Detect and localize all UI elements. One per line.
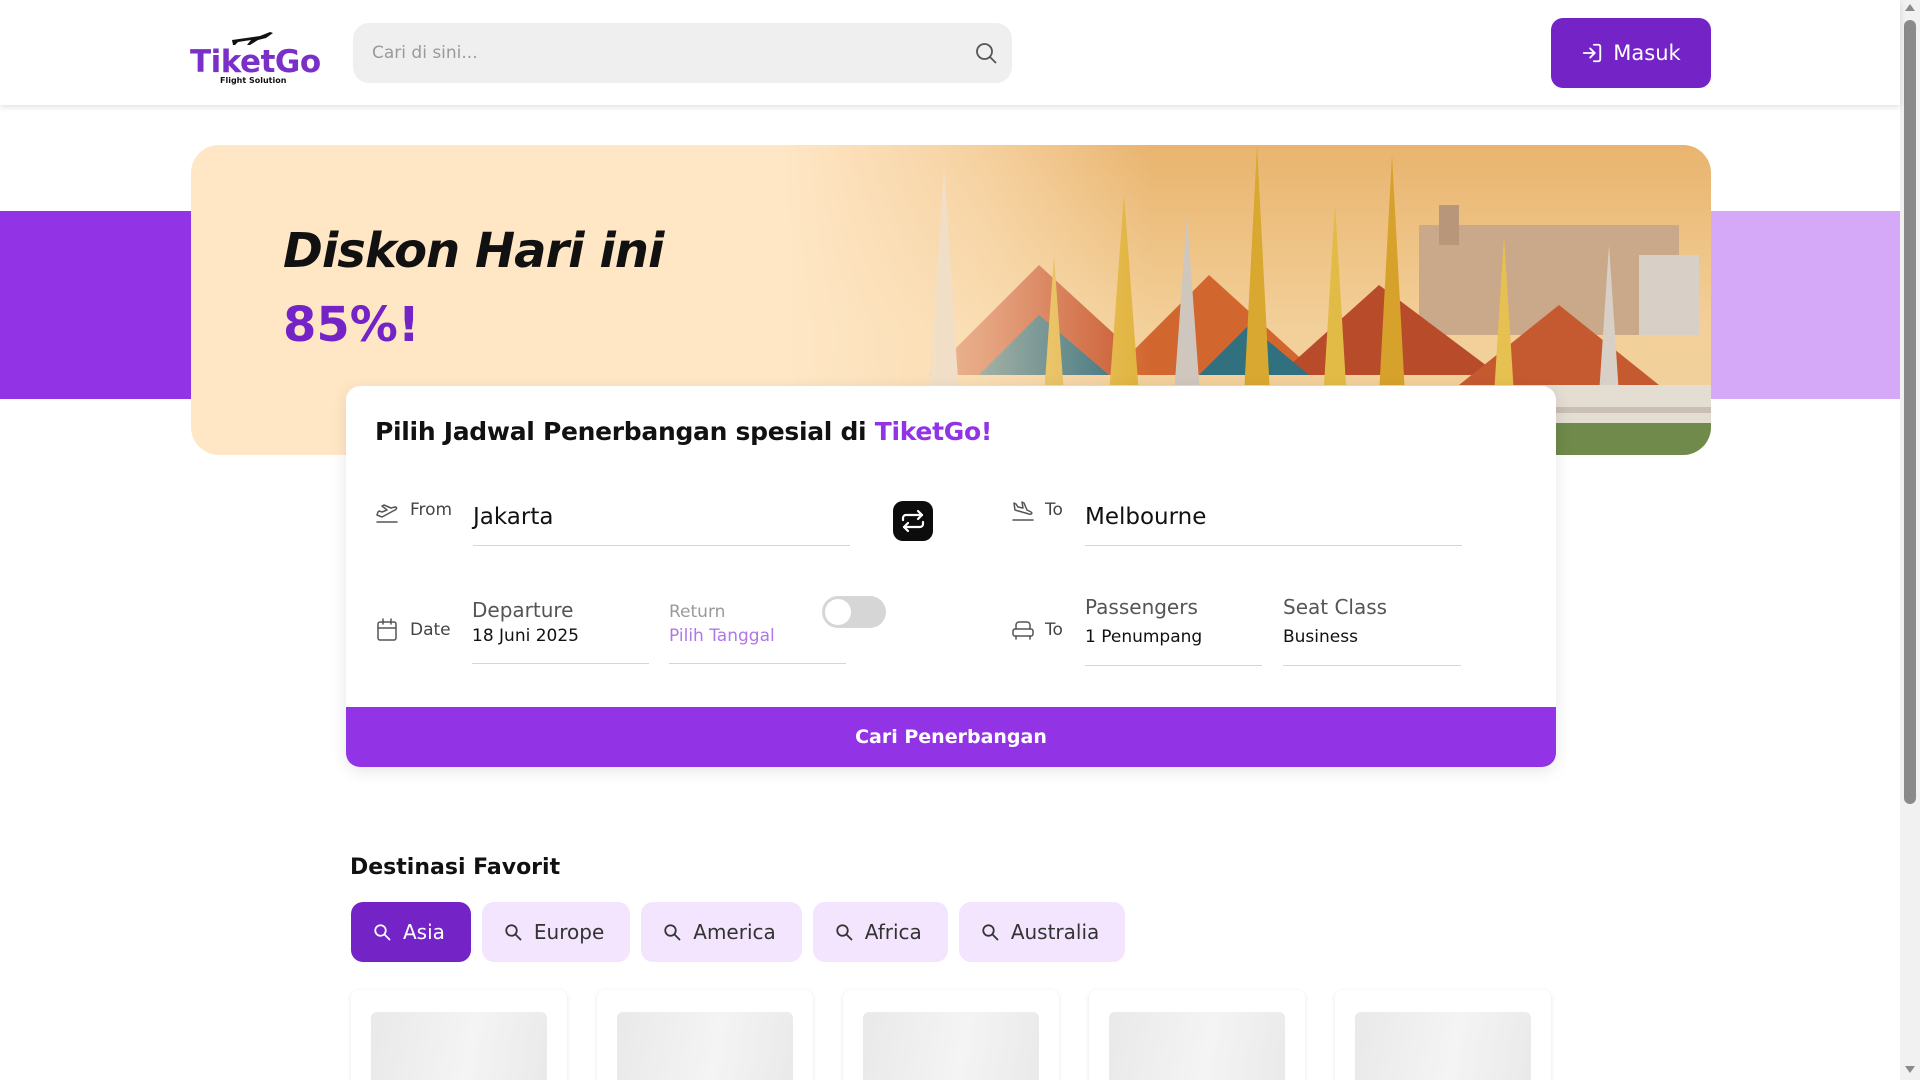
card-title-prefix: Pilih Jadwal Penerbangan spesial di [375, 417, 875, 446]
flight-search-card: Pilih Jadwal Penerbangan spesial di Tike… [346, 386, 1556, 767]
scroll-down-arrow-icon[interactable] [1905, 1066, 1915, 1073]
departure-label: Departure [472, 598, 574, 622]
login-icon [1583, 43, 1602, 63]
destination-thumbnail-placeholder [371, 1012, 547, 1080]
toggle-knob [825, 599, 851, 625]
destination-cards [351, 990, 1551, 1080]
search-input[interactable] [372, 23, 952, 83]
seat-class-value: Business [1283, 627, 1358, 647]
site-header: TiketGo Flight Solution Masuk [0, 0, 1900, 105]
from-field[interactable]: Jakarta [473, 496, 850, 546]
tab-america[interactable]: America [641, 902, 802, 962]
tab-label: Asia [403, 920, 445, 944]
return-value: Pilih Tanggal [669, 626, 775, 646]
to-value: Melbourne [1085, 504, 1207, 530]
passengers-value: 1 Penumpang [1085, 627, 1203, 647]
search-icon[interactable] [974, 41, 998, 65]
search-bar [353, 23, 1012, 83]
tab-asia[interactable]: Asia [351, 902, 471, 962]
card-title: Pilih Jadwal Penerbangan spesial di Tike… [375, 417, 992, 446]
region-tabs: Asia Europe America Africa Australia [351, 902, 1126, 962]
takeoff-icon [376, 504, 398, 523]
scroll-thumb[interactable] [1904, 20, 1916, 804]
date-label: Date [410, 620, 451, 640]
hero-band-left [0, 211, 200, 399]
landing-icon [1012, 501, 1034, 521]
favorites-title: Destinasi Favorit [350, 855, 561, 880]
return-label: Return [669, 602, 726, 622]
swap-icon [901, 509, 925, 533]
departure-field[interactable]: Departure 18 Juni 2025 [472, 592, 649, 664]
seat-icon [1012, 621, 1034, 640]
destination-card[interactable] [843, 990, 1059, 1080]
seat-class-label: Seat Class [1283, 595, 1388, 619]
destination-card[interactable] [1089, 990, 1305, 1080]
banner-title: Diskon Hari ini [283, 223, 664, 279]
logo-subtitle: Flight Solution [220, 76, 287, 85]
tab-label: Africa [864, 920, 922, 944]
tab-label: Australia [1010, 920, 1100, 944]
return-toggle[interactable] [822, 596, 886, 628]
search-icon [374, 924, 391, 941]
passengers-field[interactable]: Passengers 1 Penumpang [1085, 589, 1262, 666]
scroll-up-arrow-icon[interactable] [1905, 4, 1915, 11]
banner-discount: 85%! [283, 297, 420, 353]
card-title-brand: TiketGo! [874, 417, 992, 446]
destination-thumbnail-placeholder [863, 1012, 1039, 1080]
from-label: From [410, 500, 453, 520]
search-icon [664, 924, 681, 941]
passenger-to-label: To [1045, 620, 1063, 640]
destination-thumbnail-placeholder [1109, 1012, 1285, 1080]
return-field[interactable]: Return Pilih Tanggal [669, 592, 846, 664]
tab-africa[interactable]: Africa [812, 902, 948, 962]
logo-text: TiketGo [190, 44, 321, 80]
to-label: To [1045, 500, 1063, 520]
search-icon [836, 924, 853, 941]
logo[interactable]: TiketGo Flight Solution [190, 30, 321, 88]
login-button[interactable]: Masuk [1551, 18, 1711, 88]
passengers-label: Passengers [1085, 595, 1198, 619]
tab-label: America [693, 920, 776, 944]
search-flights-label: Cari Penerbangan [855, 726, 1047, 748]
destination-card[interactable] [351, 990, 567, 1080]
destination-thumbnail-placeholder [617, 1012, 793, 1080]
tab-label: Europe [533, 920, 605, 944]
destination-card[interactable] [597, 990, 813, 1080]
search-icon [505, 924, 522, 941]
search-icon [982, 924, 999, 941]
destination-thumbnail-placeholder [1355, 1012, 1531, 1080]
seat-class-field[interactable]: Seat Class Business [1283, 589, 1461, 666]
from-value: Jakarta [473, 504, 554, 530]
login-label: Masuk [1613, 41, 1681, 65]
departure-value: 18 Juni 2025 [472, 626, 579, 646]
hero-band-right [1700, 211, 1900, 399]
page-scrollbar[interactable] [1900, 0, 1920, 1080]
to-field[interactable]: Melbourne [1085, 496, 1462, 546]
search-flights-button[interactable]: Cari Penerbangan [346, 707, 1556, 767]
destination-card[interactable] [1335, 990, 1551, 1080]
tab-australia[interactable]: Australia [958, 902, 1126, 962]
tab-europe[interactable]: Europe [481, 902, 631, 962]
swap-button[interactable] [893, 501, 933, 541]
calendar-icon [377, 618, 397, 641]
